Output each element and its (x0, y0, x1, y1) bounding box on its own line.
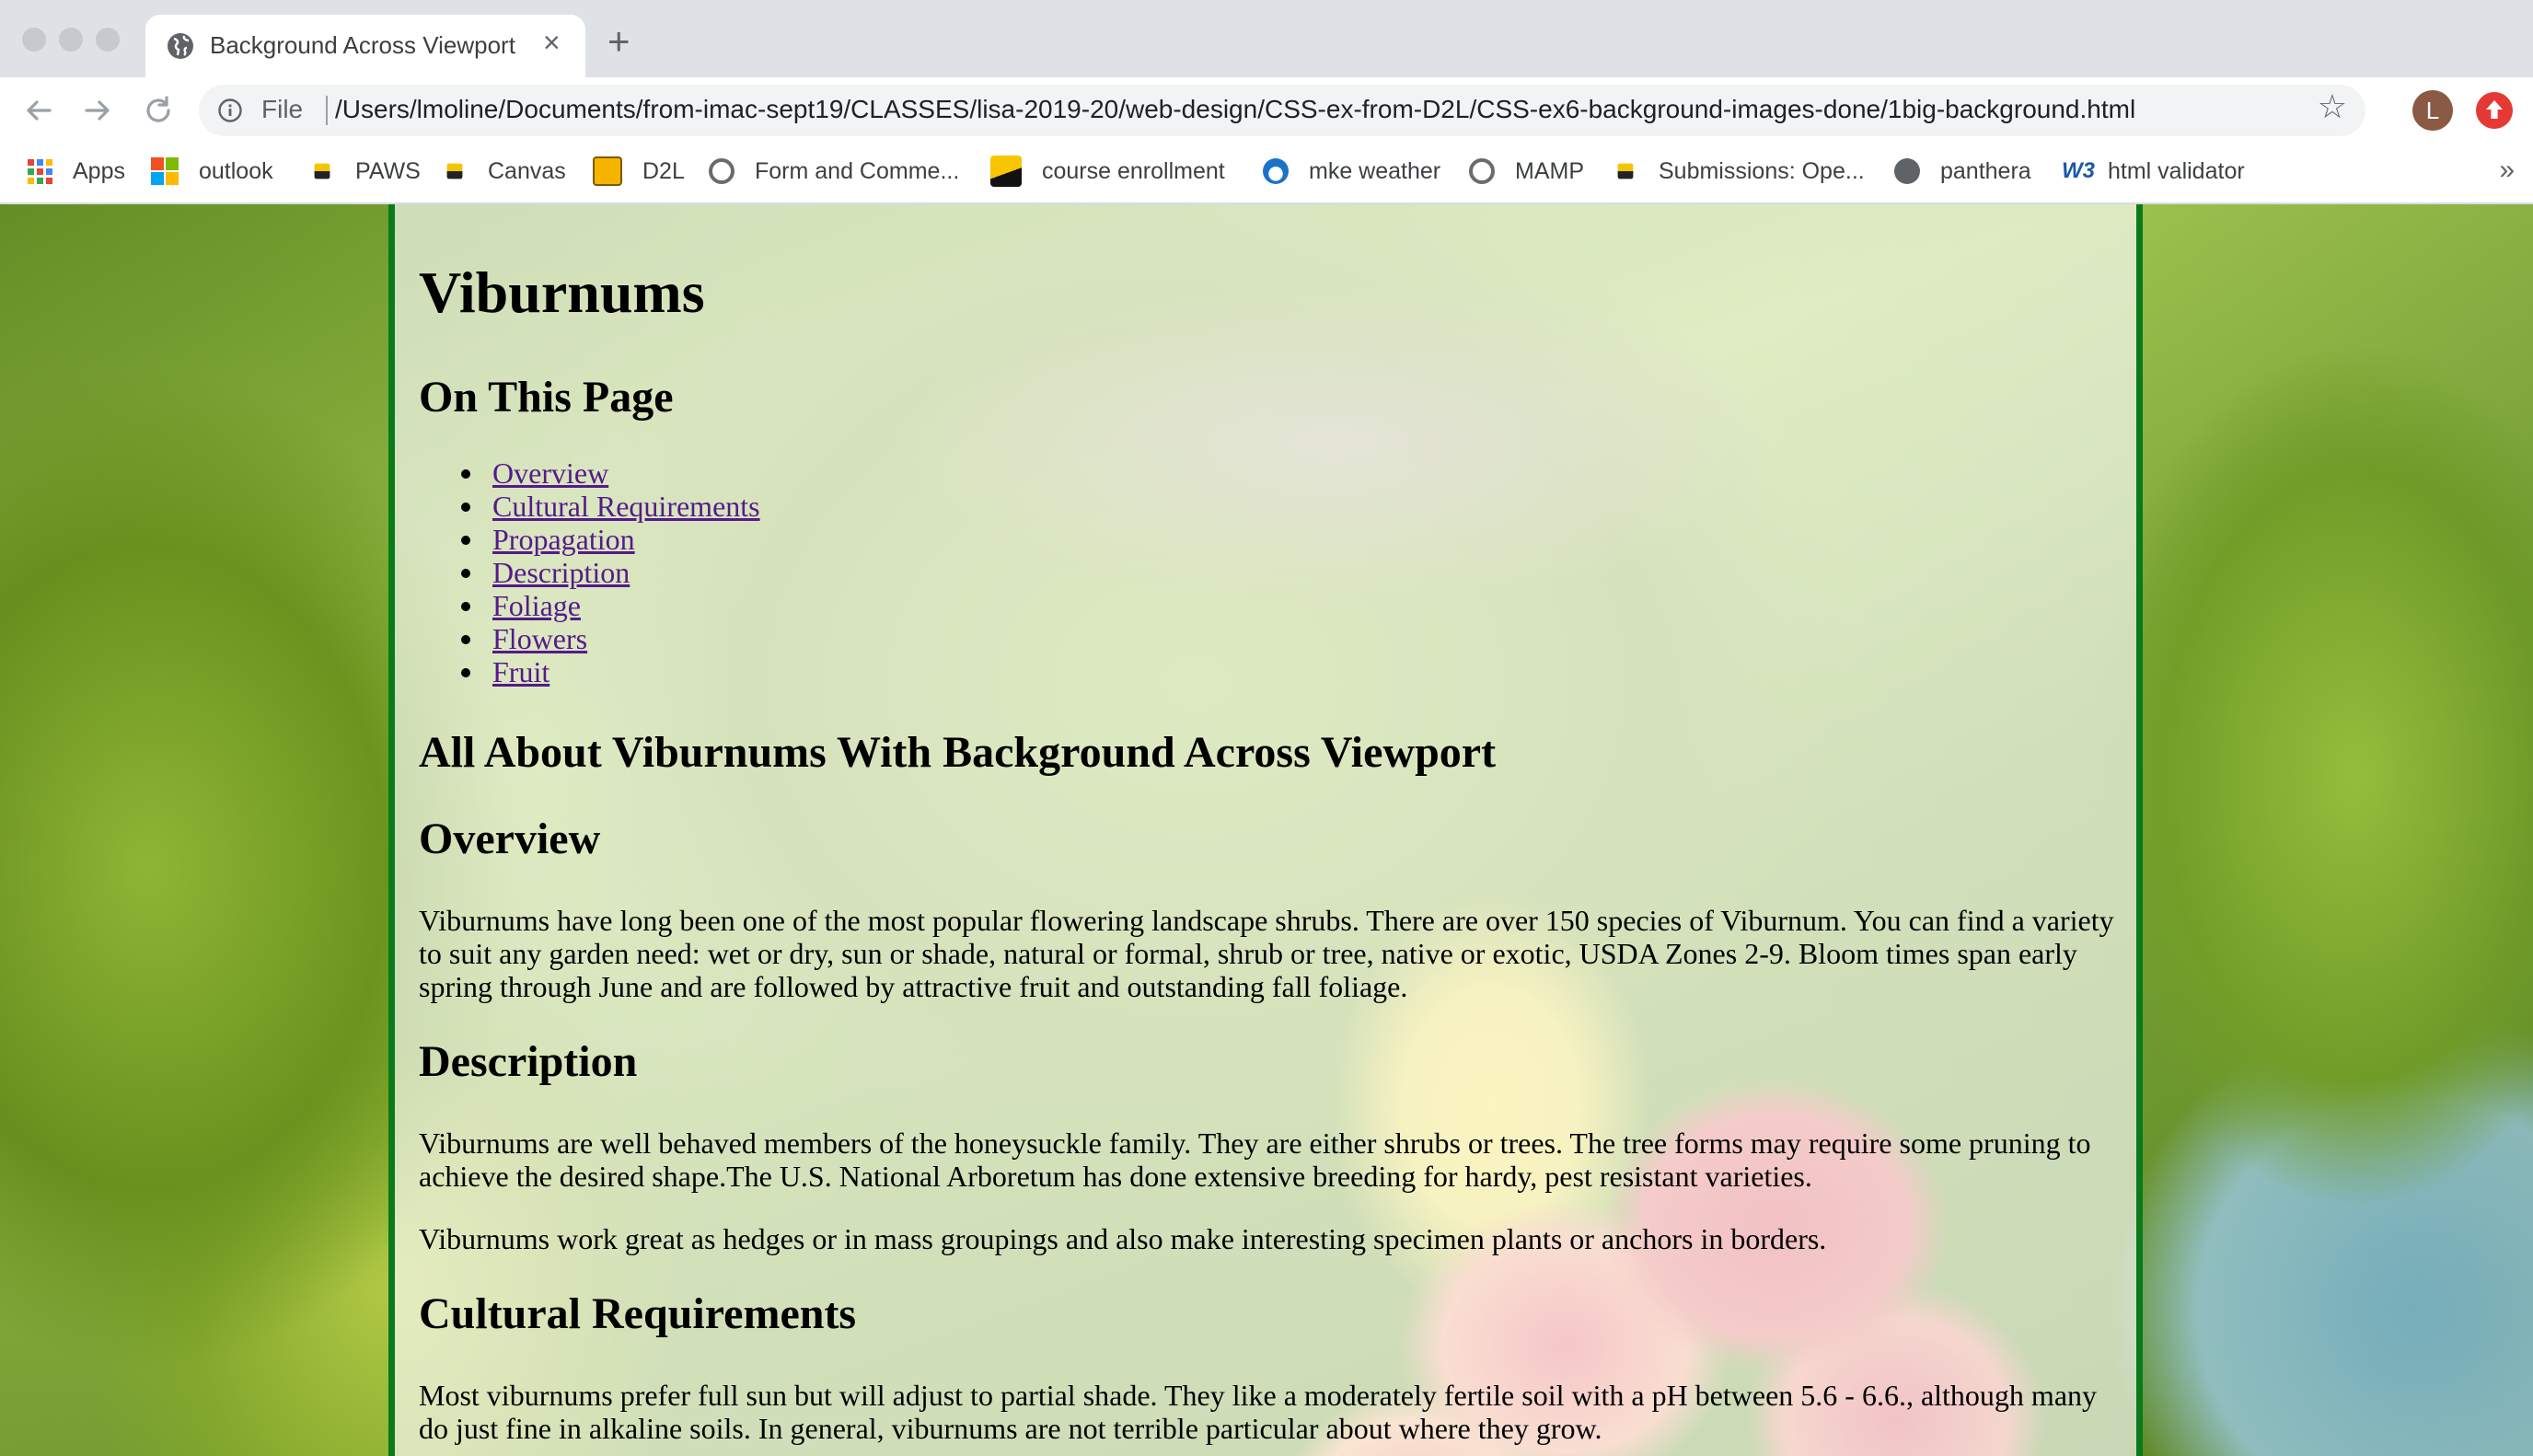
microsoft-icon (151, 157, 179, 185)
bookmark-course-enrollment[interactable]: course enrollment (990, 153, 1225, 190)
close-window-button[interactable] (22, 28, 46, 52)
list-item: Description (419, 556, 760, 589)
bookmark-label: mke weather (1309, 157, 1441, 184)
toc-link-foliage[interactable]: Foliage (492, 589, 581, 622)
new-tab-button[interactable]: + (607, 22, 630, 61)
info-icon[interactable] (217, 98, 243, 123)
list-item: Flowers (419, 622, 760, 655)
forward-arrow-icon[interactable] (77, 90, 118, 131)
cultural-requirements-heading: Cultural Requirements (419, 1289, 857, 1338)
overview-text: Viburnums have long been one of the most… (419, 904, 2114, 1003)
bookmark-apps[interactable]: Apps (28, 153, 125, 190)
tab-strip: Background Across Viewport × + (0, 0, 2533, 77)
bookmark-panthera[interactable]: panthera (1894, 153, 2031, 190)
bookmark-canvas[interactable]: Canvas (442, 153, 566, 190)
address-bar[interactable]: File /Users/lmoline/Documents/from-imac-… (199, 85, 2365, 136)
bookmark-label: PAWS (355, 157, 421, 184)
list-item: Foliage (419, 589, 760, 622)
toc-link-propagation[interactable]: Propagation (492, 523, 635, 556)
bookmark-label: course enrollment (1042, 157, 1225, 184)
bookmark-submissions[interactable]: Submissions: Ope... (1613, 153, 1865, 190)
list-item: Overview (419, 456, 760, 490)
main-heading: All About Viburnums With Background Acro… (419, 728, 1497, 777)
bookmark-label: Form and Comme... (755, 157, 960, 184)
content-column: Viburnums On This Page Overview Cultural… (388, 204, 2143, 1456)
bookmark-label: MAMP (1515, 157, 1584, 184)
bookmark-label: Canvas (488, 157, 566, 184)
toc-link-description[interactable]: Description (492, 556, 630, 589)
bookmark-label: outlook (199, 157, 273, 184)
globe-icon (709, 158, 734, 184)
page-viewport: Viburnums On This Page Overview Cultural… (0, 204, 2533, 1456)
toc-link-fruit[interactable]: Fruit (492, 655, 549, 688)
uwm-icon (314, 163, 330, 179)
cultural-requirements-text: Most viburnums prefer full sun but will … (419, 1379, 2098, 1445)
toc-link-cultural-requirements[interactable]: Cultural Requirements (492, 490, 760, 523)
bookmark-form-and-comments[interactable]: Form and Comme... (709, 153, 959, 190)
minimize-window-button[interactable] (59, 28, 83, 52)
bookmark-label: D2L (642, 157, 685, 184)
browser-toolbar: File /Users/lmoline/Documents/from-imac-… (0, 77, 2533, 144)
address-divider (326, 96, 328, 125)
noaa-icon (1263, 158, 1289, 184)
active-tab[interactable]: Background Across Viewport × (145, 15, 585, 77)
list-item: Fruit (419, 655, 760, 688)
extension-icon[interactable] (2476, 92, 2513, 129)
description-text: Viburnums are well behaved members of th… (419, 1127, 2091, 1193)
more-bookmarks-icon[interactable]: » (2499, 155, 2515, 186)
w3c-icon: W3 (2062, 158, 2095, 183)
back-arrow-icon[interactable] (18, 90, 59, 131)
uwm-icon (1617, 163, 1634, 179)
apps-grid-icon (28, 158, 52, 184)
close-tab-icon[interactable]: × (543, 28, 561, 57)
folder-icon (990, 156, 1022, 187)
bookmark-paws[interactable]: PAWS (309, 153, 421, 190)
globe-icon (168, 33, 193, 59)
tab-title: Background Across Viewport (210, 31, 515, 59)
toc-link-overview[interactable]: Overview (492, 456, 608, 490)
description-heading: Description (419, 1037, 638, 1086)
uwm-icon (446, 163, 463, 179)
bookmark-outlook[interactable]: outlook (151, 153, 273, 190)
d2l-icon (593, 156, 622, 186)
url-text[interactable]: /Users/lmoline/Documents/from-imac-sept1… (335, 95, 2135, 124)
overview-heading: Overview (419, 815, 601, 863)
toc-heading: On This Page (419, 373, 674, 422)
bookmark-label: Apps (73, 157, 125, 184)
list-item: Propagation (419, 523, 760, 556)
bookmark-label: html validator (2108, 157, 2245, 184)
bookmark-mamp[interactable]: MAMP (1469, 153, 1584, 190)
bookmarks-bar: Apps outlook PAWS Canvas D2L Form and Co… (0, 144, 2533, 204)
list-item: Cultural Requirements (419, 490, 760, 523)
file-scheme-label: File (261, 95, 304, 123)
description-text-2: Viburnums work great as hedges or in mas… (419, 1222, 1827, 1255)
bookmark-mke-weather[interactable]: mke weather (1263, 153, 1440, 190)
globe-icon (1469, 158, 1495, 184)
bookmark-label: Submissions: Ope... (1659, 157, 1865, 184)
bookmark-label: panthera (1940, 157, 2031, 184)
bookmark-d2l[interactable]: D2L (593, 153, 685, 190)
profile-avatar[interactable]: L (2412, 90, 2453, 131)
page-title: Viburnums (419, 260, 705, 325)
zoom-window-button[interactable] (96, 28, 120, 52)
globe-icon (1894, 158, 1920, 184)
toc-link-flowers[interactable]: Flowers (492, 622, 587, 655)
toc-list: Overview Cultural Requirements Propagati… (419, 456, 760, 688)
bookmark-html-validator[interactable]: W3 html validator (2062, 153, 2245, 190)
bookmark-star-icon[interactable]: ☆ (2318, 90, 2347, 123)
reload-icon[interactable] (138, 90, 179, 131)
